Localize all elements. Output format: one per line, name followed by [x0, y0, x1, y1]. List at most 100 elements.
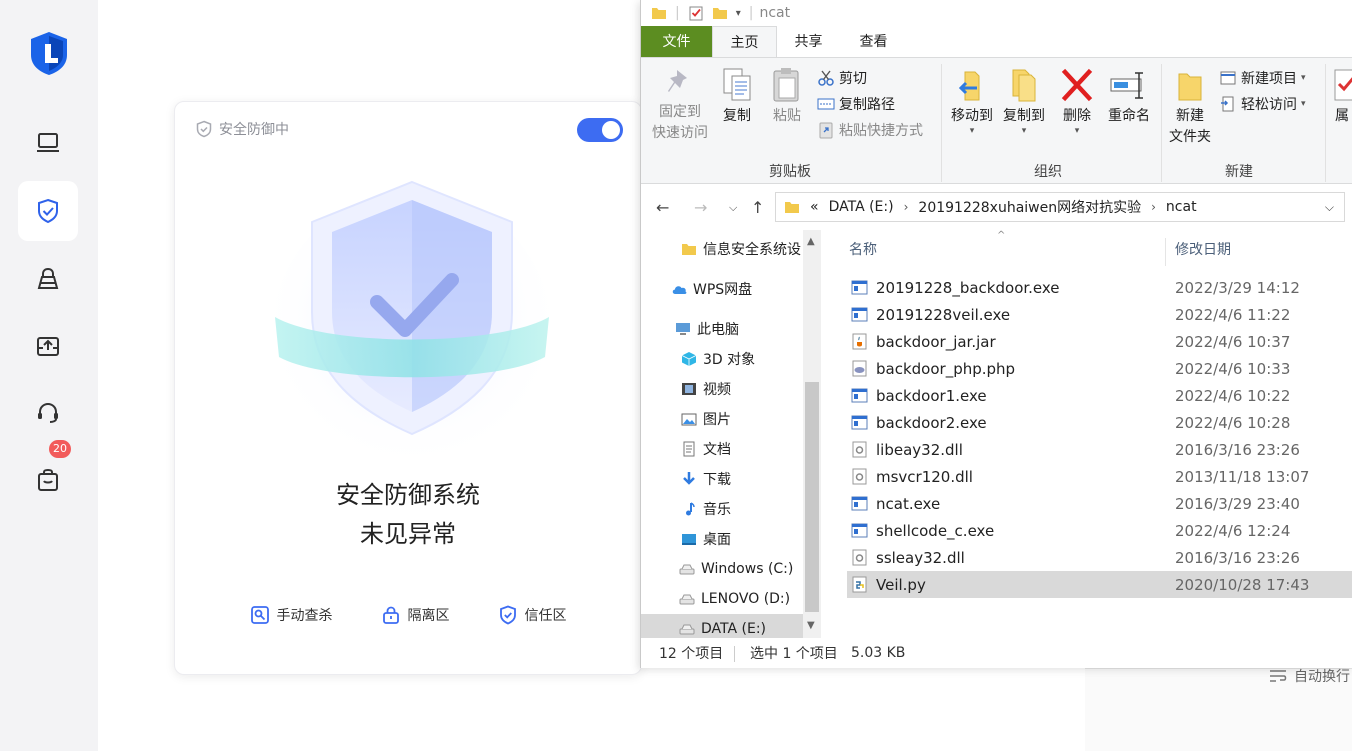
paste-button[interactable]: 粘贴: [767, 66, 807, 127]
defense-toggle[interactable]: [577, 118, 623, 142]
nav-item[interactable]: 音乐: [641, 494, 803, 524]
easy-access-button[interactable]: 轻松访问 ▾: [1219, 94, 1306, 114]
file-row[interactable]: ncat.exe 2016/3/29 23:40: [847, 490, 1352, 517]
word-wrap-option[interactable]: 自动换行: [1268, 666, 1352, 686]
ribbon-separator: [1161, 64, 1162, 182]
file-row[interactable]: ssleay32.dll 2016/3/16 23:26: [847, 544, 1352, 571]
pin-label: 固定到 快速访问: [652, 104, 708, 141]
delete-button[interactable]: 删除 ▾: [1057, 66, 1097, 136]
file-row[interactable]: backdoor_php.php 2022/4/6 10:33: [847, 355, 1352, 382]
nav-item[interactable]: LENOVO (D:): [641, 584, 803, 614]
new-folder-icon[interactable]: [712, 5, 728, 21]
nav-scrollbar[interactable]: ▲ ▼: [803, 230, 821, 638]
dll-file-icon: [852, 441, 867, 458]
new-item-button[interactable]: 新建项目 ▾: [1219, 68, 1306, 88]
wrap-icon: [1270, 670, 1287, 682]
cut-button[interactable]: 剪切: [817, 68, 867, 88]
properties-icon[interactable]: [688, 5, 704, 21]
quarantine-button[interactable]: 隔离区: [381, 605, 450, 625]
chevron-down-icon[interactable]: ⌵: [729, 201, 737, 215]
file-row[interactable]: Veil.py 2020/10/28 17:43: [847, 571, 1352, 598]
file-row[interactable]: backdoor1.exe 2022/4/6 10:22: [847, 382, 1352, 409]
file-date: 2022/4/6 11:22: [1175, 305, 1291, 324]
file-date: 2016/3/29 23:40: [1175, 494, 1300, 513]
file-row[interactable]: libeay32.dll 2016/3/16 23:26: [847, 436, 1352, 463]
drive-icon: [679, 564, 695, 575]
manual-scan-button[interactable]: 手动查杀: [250, 605, 333, 625]
nav-defense-button[interactable]: [18, 181, 78, 241]
file-name: backdoor2.exe: [876, 413, 987, 432]
trust-zone-button[interactable]: 信任区: [498, 605, 567, 625]
breadcrumb-folder[interactable]: 20191228xuhaiwen网络对抗实验: [918, 197, 1141, 217]
file-date: 2022/4/6 12:24: [1175, 521, 1291, 540]
nav-item[interactable]: 信息安全系统设: [641, 234, 803, 264]
nav-item[interactable]: 下载: [641, 464, 803, 494]
exe-file-icon: [851, 388, 868, 403]
file-row[interactable]: 20191228veil.exe 2022/4/6 11:22: [847, 301, 1352, 328]
breadcrumb-drive[interactable]: DATA (E:): [829, 199, 894, 215]
ribbon-separator: [1325, 64, 1326, 182]
chevron-down-icon: ▾: [1301, 99, 1306, 109]
laptop-icon: [37, 133, 59, 152]
copy-to-button[interactable]: 复制到 ▾: [998, 66, 1050, 136]
nav-item[interactable]: 文档: [641, 434, 803, 464]
nav-scroll-thumb[interactable]: [805, 382, 819, 612]
breadcrumb-overflow[interactable]: «: [810, 199, 819, 215]
back-arrow-icon[interactable]: ←: [656, 198, 669, 217]
properties-button[interactable]: 属: [1331, 66, 1352, 127]
scroll-up-icon[interactable]: ▲: [807, 236, 815, 247]
trust-shield-icon: [499, 605, 516, 625]
nav-support-button[interactable]: [18, 383, 78, 443]
address-bar[interactable]: « DATA (E:) › 20191228xuhaiwen网络对抗实验 › n…: [775, 192, 1345, 222]
file-row[interactable]: shellcode_c.exe 2022/4/6 12:24: [847, 517, 1352, 544]
scroll-down-icon[interactable]: ▼: [807, 620, 815, 631]
chevron-right-icon[interactable]: ›: [904, 200, 909, 214]
folder-icon[interactable]: [651, 5, 667, 21]
column-header-name[interactable]: 名称: [849, 230, 877, 270]
file-row[interactable]: msvcr120.dll 2013/11/18 13:07: [847, 463, 1352, 490]
rename-button[interactable]: 重命名: [1103, 66, 1155, 127]
file-date: 2022/4/6 10:37: [1175, 332, 1291, 351]
paste-shortcut-button[interactable]: 粘贴快捷方式: [817, 120, 923, 140]
defense-status-label: 安全防御中: [219, 122, 289, 138]
nav-item[interactable]: 3D 对象: [641, 344, 803, 374]
nav-item[interactable]: WPS网盘: [641, 274, 803, 304]
tab-home[interactable]: 主页: [712, 26, 777, 58]
nav-item[interactable]: 桌面: [641, 524, 803, 554]
up-arrow-icon[interactable]: ↑: [751, 198, 764, 217]
new-folder-label: 新建 文件夹: [1169, 108, 1211, 145]
breadcrumb-current[interactable]: ncat: [1166, 199, 1197, 215]
file-row[interactable]: backdoor2.exe 2022/4/6 10:28: [847, 409, 1352, 436]
new-folder-button[interactable]: 新建 文件夹: [1165, 66, 1215, 148]
nav-software-button[interactable]: [18, 316, 78, 376]
column-divider[interactable]: [1165, 238, 1166, 266]
nav-computer-button[interactable]: [18, 113, 78, 173]
move-to-icon: [958, 71, 980, 101]
dll-file-icon: [852, 468, 867, 485]
nav-item[interactable]: 视频: [641, 374, 803, 404]
chevron-down-icon[interactable]: ⌵: [1325, 200, 1334, 215]
column-header-modified[interactable]: 修改日期: [1175, 230, 1231, 270]
status-bar: 12 个项目 选中 1 个项目 5.03 KB: [641, 638, 1352, 668]
nav-item[interactable]: DATA (E:): [641, 614, 803, 638]
pin-quick-access-button[interactable]: 固定到 快速访问: [649, 66, 711, 144]
chevron-down-icon[interactable]: ▾: [736, 8, 741, 19]
nav-messages-button[interactable]: 20: [18, 440, 78, 510]
tab-view[interactable]: 查看: [841, 26, 906, 58]
chevron-right-icon[interactable]: ›: [1151, 200, 1156, 214]
scissors-icon: [818, 70, 834, 86]
nav-privacy-button[interactable]: [18, 249, 78, 309]
copy-to-icon: [1012, 69, 1036, 102]
tab-share[interactable]: 共享: [781, 26, 836, 58]
tab-file[interactable]: 文件: [641, 26, 712, 58]
pin-icon: [668, 70, 687, 92]
move-to-button[interactable]: 移动到 ▾: [946, 66, 998, 136]
nav-item[interactable]: Windows (C:): [641, 554, 803, 584]
copy-path-button[interactable]: 复制路径: [817, 94, 895, 114]
nav-item[interactable]: 图片: [641, 404, 803, 434]
file-row[interactable]: 20191228_backdoor.exe 2022/3/29 14:12: [847, 274, 1352, 301]
nav-item[interactable]: 此电脑: [641, 314, 803, 344]
forward-arrow-icon[interactable]: →: [694, 198, 707, 217]
file-row[interactable]: backdoor_jar.jar 2022/4/6 10:37: [847, 328, 1352, 355]
copy-button[interactable]: 复制: [717, 66, 757, 127]
